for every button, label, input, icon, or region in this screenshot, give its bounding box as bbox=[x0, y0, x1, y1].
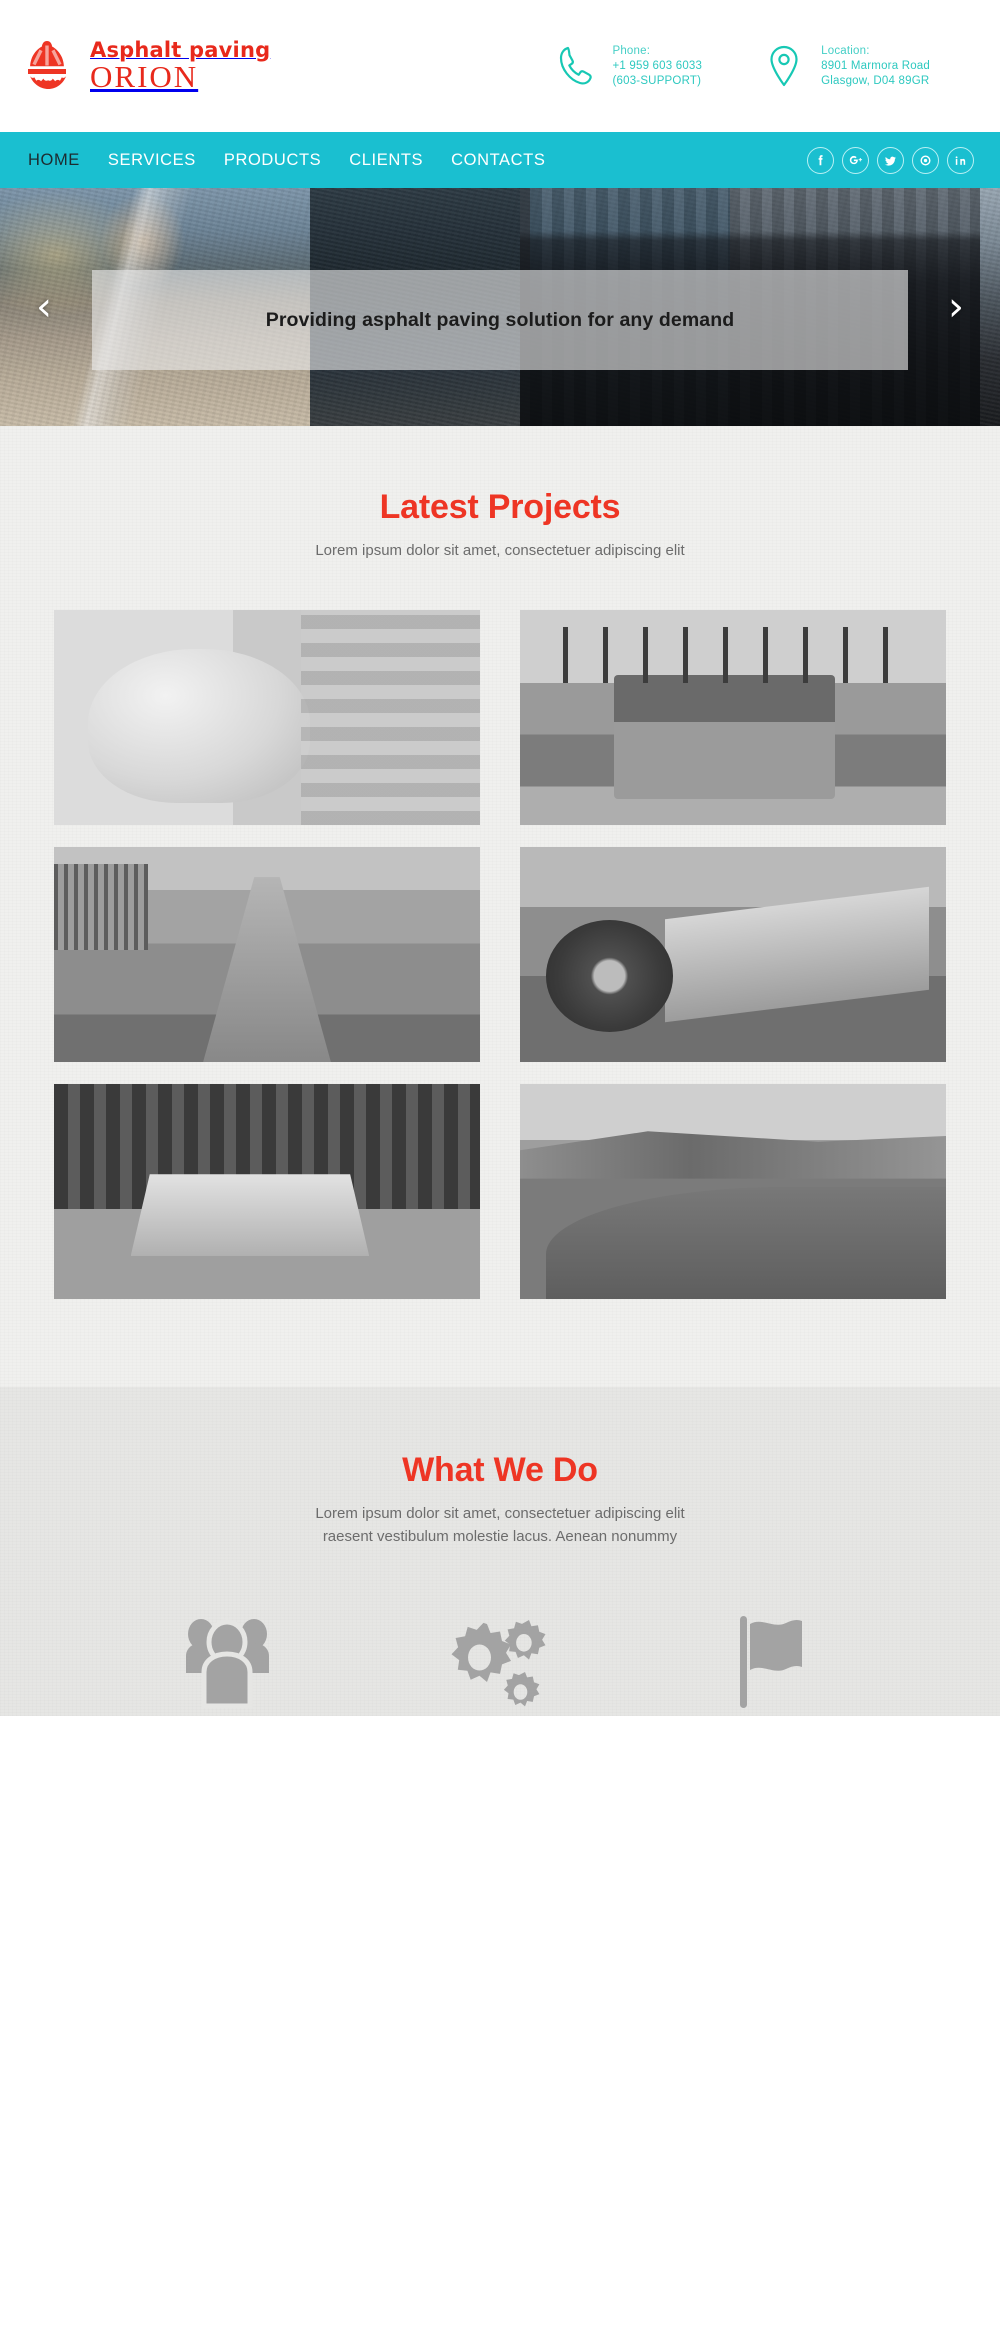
nav-link-clients[interactable]: CLIENTS bbox=[349, 151, 423, 169]
nav-item-contacts[interactable]: CONTACTS bbox=[451, 151, 545, 170]
project-thumb-image bbox=[520, 610, 946, 825]
pinterest-icon[interactable] bbox=[912, 146, 939, 174]
slider-next-arrow[interactable]: › bbox=[948, 287, 964, 327]
project-thumb-image bbox=[54, 847, 480, 1062]
brand-name: ORION bbox=[90, 59, 199, 94]
facebook-icon[interactable] bbox=[807, 146, 834, 174]
people-group-icon[interactable] bbox=[168, 1606, 286, 1716]
contact-location-city: Glasgow, D04 89GR bbox=[821, 74, 930, 87]
slider-prev-arrow[interactable]: ‹ bbox=[36, 287, 52, 327]
contact-location-text: Location: 8901 Marmora Road Glasgow, D04… bbox=[821, 44, 930, 89]
projects-gallery-grid bbox=[54, 610, 946, 1299]
nav-item-home[interactable]: HOME bbox=[28, 151, 80, 170]
nav-link-services[interactable]: SERVICES bbox=[108, 151, 196, 169]
hero-caption-text: Providing asphalt paving solution for an… bbox=[265, 308, 735, 331]
project-thumb-image bbox=[520, 1084, 946, 1299]
social-links bbox=[807, 146, 974, 174]
what-we-do-subtitle-line2: raesent vestibulum molestie lacus. Aenea… bbox=[322, 1528, 678, 1545]
project-thumb-image bbox=[520, 847, 946, 1062]
phone-icon bbox=[555, 43, 595, 89]
header-contacts: Phone: +1 959 603 6033 (603-SUPPORT) Loc… bbox=[555, 43, 978, 89]
latest-projects-title: Latest Projects bbox=[379, 488, 621, 526]
contact-location-label: Location: bbox=[821, 44, 870, 57]
contact-phone-support: (603-SUPPORT) bbox=[612, 74, 702, 87]
project-thumb-image bbox=[54, 610, 480, 825]
page-root: Asphalt paving ORION Phone: +1 959 603 6… bbox=[0, 0, 1000, 1716]
contact-phone-number: +1 959 603 6033 bbox=[612, 59, 703, 72]
location-pin-icon bbox=[764, 43, 804, 89]
brand-logo-link[interactable]: Asphalt paving ORION bbox=[18, 35, 270, 97]
contact-location-street: 8901 Marmora Road bbox=[821, 59, 930, 72]
what-we-do-title: What We Do bbox=[402, 1451, 598, 1489]
what-we-do-section: What We Do Lorem ipsum dolor sit amet, c… bbox=[0, 1387, 1000, 1716]
contact-phone-text: Phone: +1 959 603 6033 (603-SUPPORT) bbox=[612, 44, 702, 89]
project-thumb-mountain-highway[interactable] bbox=[520, 1084, 946, 1299]
latest-projects-section: Latest Projects Lorem ipsum dolor sit am… bbox=[0, 426, 1000, 1387]
what-we-do-icon-row bbox=[0, 1548, 1000, 1716]
project-thumb-concrete-barrier[interactable] bbox=[54, 1084, 480, 1299]
contact-location[interactable]: Location: 8901 Marmora Road Glasgow, D04… bbox=[764, 43, 930, 89]
hero-caption-box: Providing asphalt paving solution for an… bbox=[92, 270, 908, 370]
project-thumb-loader-bucket[interactable] bbox=[520, 847, 946, 1062]
nav-link-home[interactable]: HOME bbox=[28, 151, 80, 169]
linkedin-icon[interactable] bbox=[947, 146, 974, 174]
hero-slider: Providing asphalt paving solution for an… bbox=[0, 188, 1000, 426]
twitter-icon[interactable] bbox=[877, 146, 904, 174]
flag-icon[interactable] bbox=[714, 1606, 832, 1716]
project-thumb-road-construction[interactable] bbox=[54, 847, 480, 1062]
project-thumb-hardhat[interactable] bbox=[54, 610, 480, 825]
nav-list: HOME SERVICES PRODUCTS CLIENTS CONTACTS bbox=[28, 151, 545, 170]
brand-wordmark: Asphalt paving ORION bbox=[90, 40, 270, 94]
what-we-do-subtitle-line1: Lorem ipsum dolor sit amet, consectetuer… bbox=[315, 1505, 685, 1522]
nav-item-clients[interactable]: CLIENTS bbox=[349, 151, 423, 170]
hardhat-gear-icon bbox=[18, 35, 76, 97]
contact-phone-label: Phone: bbox=[612, 44, 651, 57]
nav-item-services[interactable]: SERVICES bbox=[108, 151, 196, 170]
main-navigation: HOME SERVICES PRODUCTS CLIENTS CONTACTS bbox=[0, 132, 1000, 188]
site-header: Asphalt paving ORION Phone: +1 959 603 6… bbox=[0, 0, 1000, 132]
gears-icon[interactable] bbox=[441, 1606, 559, 1716]
contact-phone[interactable]: Phone: +1 959 603 6033 (603-SUPPORT) bbox=[555, 43, 702, 89]
latest-projects-subtitle: Lorem ipsum dolor sit amet, consectetuer… bbox=[315, 542, 685, 559]
nav-link-products[interactable]: PRODUCTS bbox=[224, 151, 321, 169]
project-thumb-image bbox=[54, 1084, 480, 1299]
google-plus-icon[interactable] bbox=[842, 146, 869, 174]
nav-link-contacts[interactable]: CONTACTS bbox=[451, 151, 545, 169]
nav-item-products[interactable]: PRODUCTS bbox=[224, 151, 321, 170]
project-thumb-road-roller[interactable] bbox=[520, 610, 946, 825]
